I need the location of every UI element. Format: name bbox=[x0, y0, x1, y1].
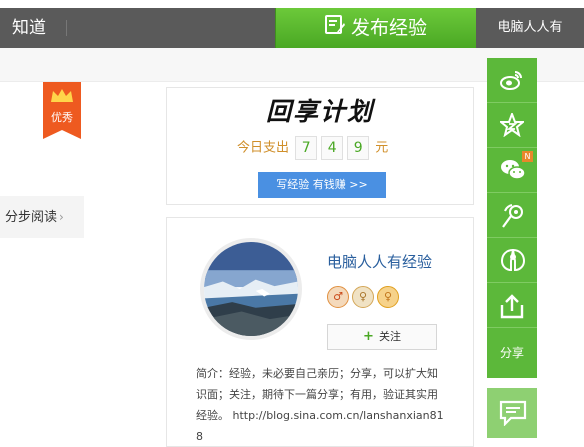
chevron-right-icon: › bbox=[59, 210, 64, 224]
author-intro: 简介：经验，未必要自己亲历；分享，可以扩大知识面；关注，期待下一篇分享；有用，验… bbox=[196, 367, 444, 443]
spend-label: 今日支出 bbox=[237, 140, 290, 156]
brand-logo[interactable]: 知道 bbox=[12, 8, 46, 48]
badge-label: 优秀 bbox=[51, 111, 73, 124]
crown-icon bbox=[50, 88, 74, 107]
medal-icon[interactable]: ♀ bbox=[377, 286, 399, 308]
top-bar: 知道 发布经验 电脑人人有 bbox=[0, 8, 584, 48]
follow-button[interactable]: + 关注 bbox=[327, 324, 437, 350]
author-card: 电脑人人有经验 ♂ ♀ ♀ + 关注 简介：经验，未必要自己亲历；分享，可以扩大知识面… bbox=[166, 217, 474, 447]
user-name[interactable]: 电脑人人有 bbox=[476, 8, 584, 48]
share-wechat-button[interactable]: N bbox=[487, 148, 537, 193]
spend-digit: 4 bbox=[321, 136, 344, 160]
feedback-icon bbox=[499, 400, 527, 426]
follow-label: 关注 bbox=[378, 330, 401, 343]
plus-icon: + bbox=[363, 329, 374, 344]
weibo-icon bbox=[500, 71, 522, 90]
feedback-button[interactable] bbox=[487, 388, 537, 438]
step-read-label: 分步阅读 bbox=[5, 210, 58, 225]
excellent-badge: 优秀 bbox=[43, 82, 81, 139]
step-read-tab[interactable]: 分步阅读 › bbox=[0, 196, 84, 238]
new-badge: N bbox=[522, 151, 533, 162]
qzone-icon bbox=[500, 113, 524, 137]
write-experience-button[interactable]: 写经验 有钱赚 >> bbox=[258, 172, 386, 198]
today-spend: 今日支出 749 元 bbox=[237, 136, 388, 160]
share-up-icon bbox=[500, 294, 524, 319]
divider bbox=[66, 20, 67, 36]
author-name-link[interactable]: 电脑人人有经验 bbox=[327, 251, 432, 272]
pencil-icon bbox=[324, 9, 345, 49]
medal-list: ♂ ♀ ♀ bbox=[327, 286, 402, 308]
medal-icon[interactable]: ♀ bbox=[352, 286, 374, 308]
share-more-button[interactable] bbox=[487, 283, 537, 328]
spend-digit: 9 bbox=[347, 136, 370, 160]
tencent-weibo-icon bbox=[502, 204, 523, 228]
plan-title: 回享计划 bbox=[265, 97, 374, 126]
publish-experience-button[interactable]: 发布经验 bbox=[275, 8, 476, 48]
huixiang-plan-card: 回享计划 今日支出 749 元 写经验 有钱赚 >> bbox=[166, 87, 474, 205]
spend-digit: 7 bbox=[295, 136, 318, 160]
medal-icon[interactable]: ♂ bbox=[327, 286, 349, 308]
share-renren-button[interactable] bbox=[487, 238, 537, 283]
renren-icon bbox=[500, 248, 526, 272]
spend-unit: 元 bbox=[375, 140, 389, 156]
avatar[interactable] bbox=[200, 238, 302, 340]
share-bar: N 分享 bbox=[487, 58, 537, 378]
share-tencent-weibo-button[interactable] bbox=[487, 193, 537, 238]
share-label[interactable]: 分享 bbox=[487, 328, 537, 378]
publish-label: 发布经验 bbox=[350, 17, 427, 39]
share-weibo-button[interactable] bbox=[487, 58, 537, 103]
share-qzone-button[interactable] bbox=[487, 103, 537, 148]
